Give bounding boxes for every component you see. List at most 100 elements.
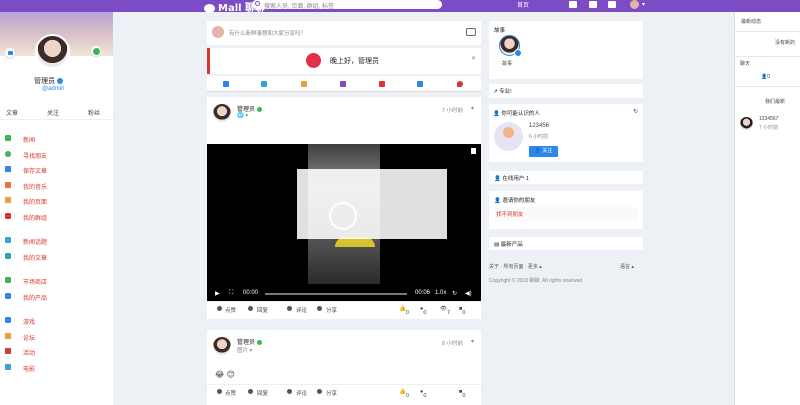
location-icon[interactable] [457,81,463,87]
post-avatar[interactable] [213,337,231,355]
search-input[interactable]: 搜索人员, 页面, 群组, 标签 [252,0,442,10]
download-icon[interactable] [471,148,476,154]
notifications-icon[interactable] [608,1,616,8]
like-icon [217,389,222,394]
left-sidebar: 管理员 @admin 文章 关注 粉丝 新闻 寻找朋友 保存文章 我的音乐 我的… [0,12,113,405]
user-menu-caret-icon[interactable]: ▾ [642,1,645,8]
like-button[interactable]: 点赞 [225,389,236,397]
sidebar-label: 我的群组 [23,215,48,222]
tab-followers[interactable]: 粉丝 [88,108,100,117]
sidebar-item-news[interactable]: 新闻 [0,132,113,148]
profile-name[interactable]: 管理员 [34,76,63,86]
suggested-people-card: 👤 你可能认识的人 ↻ 123456 6 小时前 👤 关注 [489,104,643,162]
views-count: 👁 7 [440,306,451,316]
sidebar-item-products[interactable]: 我的产品 [0,290,113,306]
comment-icon [287,306,292,311]
file-icon[interactable] [417,81,423,87]
recent-label: 我们最新 [765,99,786,105]
fullscreen-icon[interactable]: ⛶ [229,290,233,297]
news-icon [5,135,11,141]
home-link[interactable]: 首页 [517,0,529,9]
suggest-avatar[interactable] [494,122,523,151]
post-privacy[interactable]: 图片 ▾ [237,346,252,354]
share-button[interactable]: 分享 [326,306,337,314]
home-label: 首页 [517,3,530,9]
friend-requests-icon[interactable] [569,1,577,8]
sidebar-item-events[interactable]: 活动 [0,345,113,361]
upload-icon[interactable] [261,81,267,87]
profile-handle[interactable]: @admin [42,86,64,92]
sidebar-item-games[interactable]: 游戏 [0,314,113,330]
reply-button[interactable]: 回复 [257,306,268,314]
sidebar-item-market[interactable]: 市场商店 [0,274,113,290]
refresh-icon[interactable]: ↻ [633,108,638,115]
post-type-bar [207,76,481,92]
suggest-name[interactable]: 123456 [529,123,549,129]
sidebar-item-my-articles[interactable]: 我的文章 [0,250,113,266]
composer-placeholder[interactable]: 有什么新鲜事想和大家分享吗？ [229,29,306,37]
music-icon[interactable] [379,81,385,87]
sidebar-item-pages[interactable]: 我的页面 [0,194,113,210]
play-icon[interactable] [329,202,357,230]
messages-button[interactable] [4,47,16,59]
tab-articles[interactable]: 文章 [6,108,18,117]
chevron-down-icon[interactable]: ▾ [471,338,474,345]
sidebar-label: 我的产品 [23,295,48,302]
online-count[interactable]: 👤 0 [761,74,770,80]
sidebar-item-music[interactable]: 我的音乐 [0,179,113,195]
share-button[interactable]: 分享 [326,389,337,397]
language-selector[interactable]: 语言 ▴ [620,263,634,270]
user-avatar[interactable] [630,0,639,9]
close-icon[interactable]: ✕ [471,55,476,62]
post-privacy[interactable]: 🌐 ▾ [237,113,248,119]
gamepad-icon [5,317,11,323]
sidebar-item-groups[interactable]: 我的群组 [0,210,113,226]
sidebar-item-find-friends[interactable]: 寻找朋友 [0,148,113,164]
play-button[interactable]: ▶ [215,290,220,297]
footer-links[interactable]: 关于 · 所有页面 · 更多 ▴ [489,263,542,270]
post-author[interactable]: 管理员 [237,104,262,113]
video-progress[interactable] [265,293,407,295]
sidebar-label: 市场商店 [23,280,48,286]
post-composer[interactable]: 有什么新鲜事想和大家分享吗？ [207,21,481,45]
volume-icon[interactable]: ◀) [465,290,472,297]
search-icon [255,1,260,6]
image-icon[interactable] [301,81,307,87]
pro-card[interactable]: ↗ 专业! [489,84,643,98]
online-users-card[interactable]: 👤 在线用户 1 [489,171,643,184]
profile-avatar[interactable] [35,34,70,69]
sidebar-label: 我的音乐 [23,184,48,191]
sidebar-item-saved[interactable]: 保存文章 [0,163,113,179]
camera-icon[interactable] [466,28,476,36]
settings-button[interactable] [90,45,102,57]
sidebar-item-movies[interactable]: 电影 [0,361,113,377]
tab-following[interactable]: 关注 [47,108,59,117]
sidebar-label: 我的页面 [23,200,48,206]
comments-count: ■ 0 [459,306,466,316]
messages-icon[interactable] [589,1,597,8]
replay-icon[interactable]: ↻ [452,290,457,297]
video-icon[interactable] [340,81,346,87]
sidebar-item-topics[interactable]: 新闻话题 [0,234,113,250]
chat-user-name[interactable]: 1234567 [759,116,778,122]
post-author[interactable]: 管理员 [237,337,262,346]
reply-button[interactable]: 回复 [257,389,268,397]
comment-button[interactable]: 评论 [296,389,307,397]
chevron-down-icon[interactable]: ▾ [471,105,474,112]
video-player[interactable]: ▶ ⛶ 00:00 00:06 1.0x ↻ ◀) [207,144,481,301]
grid-icon[interactable] [223,81,229,87]
like-button[interactable]: 点赞 [225,306,236,314]
sidebar-item-forum[interactable]: 论坛 [0,330,113,346]
video-speed[interactable]: 1.0x [435,290,446,296]
calendar-icon [5,348,11,354]
feed-post: 管理员 🌐 ▾ 7 小时前 ▾ ▶ ⛶ 00:00 00:06 1.0x ↻ ◀… [207,97,481,319]
groups-icon [5,212,11,219]
sidebar-menu: 新闻 寻找朋友 保存文章 我的音乐 我的页面 我的群组 新闻话题 我的文章 市场… [0,132,113,376]
post-avatar[interactable] [213,104,231,122]
comment-button[interactable]: 评论 [296,306,307,314]
follow-button[interactable]: 👤 关注 [529,146,558,157]
latest-products-card[interactable]: ▤ 最新产品 [489,237,643,250]
activity-empty: 没有新的 [775,40,796,46]
add-story-icon[interactable] [514,49,522,57]
chat-user-avatar[interactable] [740,117,753,130]
